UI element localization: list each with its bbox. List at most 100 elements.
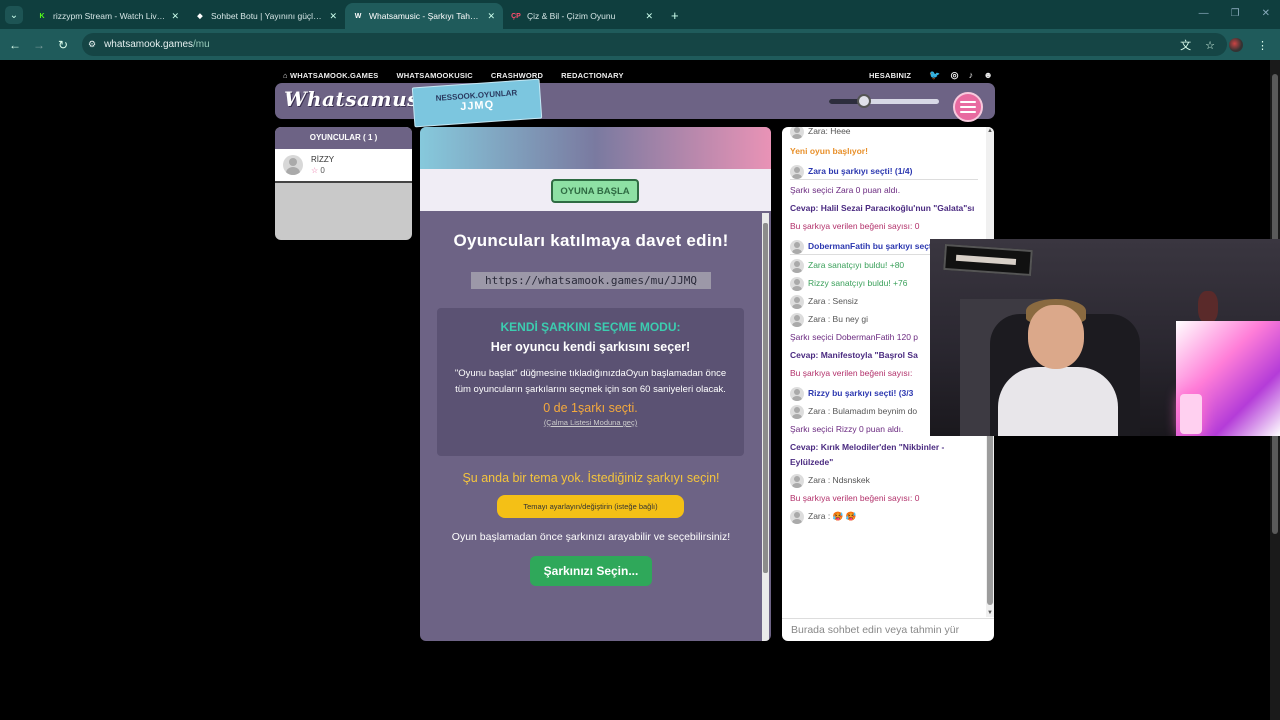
game-panel: OYUNA BAŞLA Oyuncuları katılmaya davet e… [420, 127, 771, 641]
chat-message: Zara : 🥵 🥵 [790, 509, 978, 524]
panel-gradient-banner [420, 127, 771, 169]
restore-icon[interactable]: ❐ [1231, 8, 1240, 19]
new-tab-icon[interactable]: + [671, 8, 679, 23]
tab-favicon-icon: ÇP [511, 12, 521, 20]
chat-avatar [790, 277, 804, 291]
chat-message-text: Zara : 🥵 🥵 [808, 511, 857, 521]
chat-avatar [790, 510, 804, 524]
discord-icon[interactable]: ☻ [983, 70, 993, 81]
invite-url[interactable]: https://whatsamook.games/mu/JJMQ [471, 272, 711, 289]
wall-heater [943, 243, 1033, 277]
browser-tab[interactable]: ÇP Çiz & Bil - Çizim Oyunu ✕ [503, 3, 661, 29]
chat-message-text: Cevap: Halil Sezai Paracıkoğlu'nun "Gala… [790, 203, 975, 213]
chat-message-text: Şarkı seçici Rizzy 0 puan aldı. [790, 424, 904, 434]
nav-whatsamookusic[interactable]: WHATSAMOOKUSIC [397, 71, 473, 80]
tab-close-icon[interactable]: ✕ [487, 11, 495, 22]
player-avatar [283, 155, 303, 175]
chat-avatar [790, 387, 804, 401]
tab-search-icon[interactable]: ⌄ [5, 6, 23, 24]
chat-separator [790, 179, 978, 180]
nav-redactionary[interactable]: REDACTIONARY [561, 71, 624, 80]
chat-message: Zara bu şarkıyı seçti! (1/4) [790, 164, 978, 179]
tab-title: Sohbet Botu | Yayınını güçlendir [211, 11, 324, 21]
chat-input[interactable]: Burada sohbet edin veya tahmin yür [782, 618, 994, 641]
set-theme-button[interactable]: Temayı ayarlayın/değiştirin (isteğe bağl… [497, 495, 684, 518]
forward-icon[interactable]: → [27, 38, 51, 52]
chat-message-text: Şarkı seçici Zara 0 puan aldı. [790, 185, 901, 195]
reload-icon[interactable]: ↻ [51, 38, 75, 52]
browser-tab[interactable]: Krizzypm Stream - Watch Live on ✕ [29, 3, 187, 29]
game-panel-scrollbar[interactable] [762, 213, 769, 641]
theme-message: Şu anda bir tema yok. İstediğiniz şarkıy… [462, 471, 720, 485]
player-score: ☆ 0 [311, 166, 325, 175]
tab-favicon-icon: ◆ [197, 13, 203, 20]
room-code-tag: NESSOOK.OYUNLAR JJMQ [411, 78, 543, 128]
bookmark-star-icon[interactable]: ☆ [1205, 39, 1215, 52]
close-window-icon[interactable]: ✕ [1262, 8, 1270, 19]
chat-message: Şarkı seçici Zara 0 puan aldı. [790, 183, 978, 198]
chat-message-text: Zara: Heee [808, 127, 851, 136]
chat-avatar [790, 127, 804, 139]
tab-close-icon[interactable]: ✕ [645, 11, 653, 22]
hamburger-menu-button[interactable] [953, 92, 983, 122]
chat-message: Zara : Ndsnskek [790, 473, 978, 488]
chat-message-text: Cevap: Kırık Melodiler'den "Nikbinler - … [790, 442, 945, 467]
tiktok-icon[interactable]: ♪ [969, 70, 974, 81]
mode-description: "Oyunu başlat" düğmesine tıkladığınızdaO… [454, 368, 727, 395]
profile-avatar[interactable] [1229, 38, 1243, 52]
chat-avatar [790, 405, 804, 419]
chat-avatar [790, 240, 804, 254]
browser-tab[interactable]: ◆ Sohbet Botu | Yayınını güçlendir ✕ [187, 3, 345, 29]
site-top-nav: ⌂ WHATSAMOOK.GAMES WHATSAMOOKUSIC CRASHW… [283, 69, 993, 81]
rgb-lamp [1180, 394, 1202, 434]
pick-song-button[interactable]: Şarkınızı Seçin... [530, 556, 652, 586]
chat-message: Yeni oyun başlıyor! [790, 144, 978, 159]
chat-message: Zara: Heee [790, 127, 978, 139]
instagram-icon[interactable]: ◎ [951, 70, 959, 81]
start-game-button[interactable]: OYUNA BAŞLA [551, 179, 639, 203]
volume-slider[interactable] [829, 94, 939, 108]
site-info-icon[interactable]: ⚙ [88, 39, 96, 50]
chat-avatar [790, 259, 804, 273]
back-icon[interactable]: ← [3, 38, 27, 52]
chat-avatar [790, 165, 804, 179]
chat-message: Cevap: Halil Sezai Paracıkoğlu'nun "Gala… [790, 201, 978, 216]
translate-icon[interactable]: 文 [1180, 37, 1191, 53]
scroll-down-icon[interactable]: ▼ [987, 610, 993, 616]
url-host: whatsamook.games [104, 39, 194, 50]
vase [1198, 291, 1218, 323]
tab-title: Çiz & Bil - Çizim Oyunu [527, 11, 616, 21]
url-field[interactable]: ⚙ whatsamook.games/mu [82, 33, 1227, 56]
chat-message-text: Rizzy sanatçıyı buldu! +76 [808, 278, 908, 288]
window-controls: — ❐ ✕ [1199, 8, 1270, 19]
star-icon: ☆ [311, 166, 319, 175]
chat-message-text: Cevap: Manifestoyla "Başrol Sa [790, 350, 918, 360]
mode-info-box: KENDİ ŞARKINI SEÇME MODU: Her oyuncu ken… [437, 308, 744, 456]
player-name: RİZZY [311, 155, 335, 164]
search-message: Oyun başlamadan önce şarkınızı arayabili… [451, 531, 731, 543]
minimize-icon[interactable]: — [1199, 8, 1209, 19]
players-panel: OYUNCULAR ( 1 ) RİZZY ☆ 0 [275, 127, 412, 240]
nav-home[interactable]: ⌂ WHATSAMOOK.GAMES [283, 71, 379, 80]
browser-tab[interactable]: W Whatsamusic - Şarkıyı Tahmin E ✕ [345, 3, 503, 29]
address-bar: ← → ↻ ⚙ whatsamook.games/mu 文 ☆ ⋮ [0, 29, 1280, 60]
chat-message-text: Zara : Bulamadım beynim do [808, 406, 918, 416]
scroll-up-icon[interactable]: ▲ [987, 128, 993, 134]
mode-subtitle: Her oyuncu kendi şarkısını seçer! [490, 340, 691, 354]
volume-knob[interactable] [857, 94, 872, 108]
player-row[interactable]: RİZZY ☆ 0 [275, 149, 412, 183]
twitter-icon[interactable]: 🐦 [929, 70, 940, 81]
chat-avatar [790, 295, 804, 309]
chat-message-text: Şarkı seçici DobermanFatih 120 p [790, 332, 919, 342]
browser-menu-icon[interactable]: ⋮ [1257, 39, 1268, 52]
chat-message-text: Bu şarkıya verilen beğeni sayısı: 0 [790, 493, 920, 503]
chat-message: Bu şarkıya verilen beğeni sayısı: 0 [790, 219, 978, 234]
account-link[interactable]: HESABINIZ [869, 71, 911, 80]
tab-close-icon[interactable]: ✕ [329, 11, 337, 22]
mode-title: KENDİ ŞARKINI SEÇME MODU: [500, 320, 681, 334]
home-icon: ⌂ [283, 70, 288, 80]
playlist-mode-link[interactable]: (Çalma Listesi Moduna geç) [437, 418, 744, 427]
chat-avatar [790, 474, 804, 488]
tab-favicon-icon: K [39, 12, 45, 20]
tab-close-icon[interactable]: ✕ [171, 11, 179, 22]
